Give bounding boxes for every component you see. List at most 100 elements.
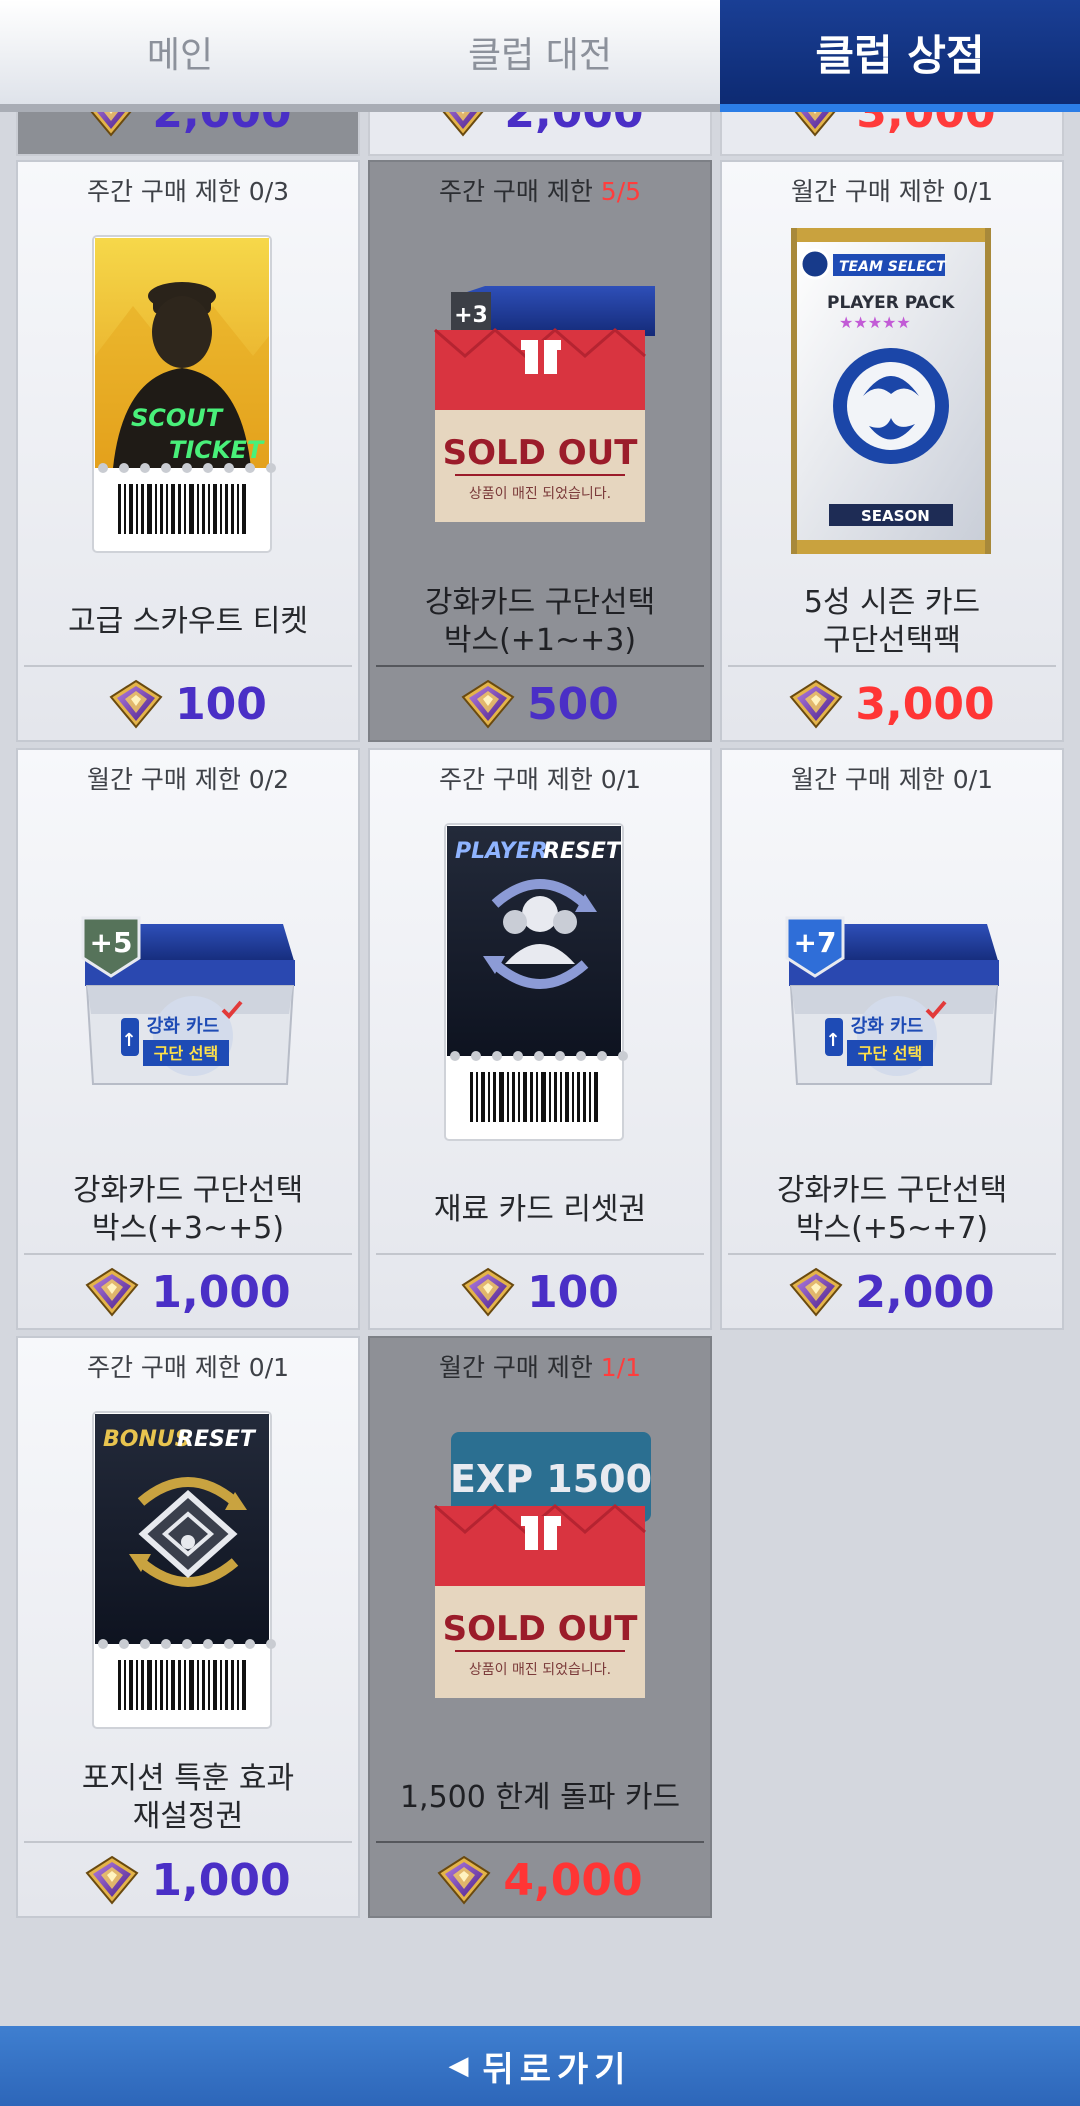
shop-item-card[interactable]: 월간 구매 제한 1/1 EXP 1500 SOLD OUT 상품이 매진 되었…	[368, 1336, 712, 1918]
back-label: 뒤로가기	[482, 2049, 632, 2090]
svg-text:구단 선택: 구단 선택	[154, 1044, 218, 1063]
svg-text:강화 카드: 강화 카드	[851, 1016, 924, 1037]
price-value: 1,000	[151, 1266, 291, 1318]
divider	[728, 665, 1056, 667]
svg-text:강화 카드: 강화 카드	[147, 1016, 220, 1037]
peek-card[interactable]: 2,000	[16, 112, 360, 156]
gem-icon	[788, 112, 842, 137]
shop-item-card[interactable]: 월간 구매 제한 0/1 ↑ 강화 카드 구단 선택 +7 강화카드 구단선택 …	[720, 748, 1064, 1330]
divider	[376, 1253, 704, 1255]
item-name-line: 박스(+1~+3)	[443, 623, 637, 658]
gem-icon	[84, 112, 138, 137]
svg-text:↑: ↑	[825, 1030, 840, 1051]
limit-count: 0/1	[600, 765, 642, 794]
chevron-left-icon: ◀	[448, 2051, 469, 2081]
divider	[24, 1253, 352, 1255]
item-name-line: 재료 카드 리셋권	[433, 1192, 647, 1227]
item-name: 포지션 특훈 효과 재설정권	[28, 1756, 348, 1840]
previous-row-peek: 2,000 2,000 3,000	[16, 112, 1064, 160]
svg-text:SOLD OUT: SOLD OUT	[443, 1609, 639, 1649]
price-button[interactable]: 3,000	[722, 672, 1062, 736]
divider	[376, 665, 704, 667]
gem-icon	[85, 1855, 139, 1905]
price-value: 100	[527, 1266, 619, 1318]
svg-text:SCOUT: SCOUT	[131, 404, 224, 432]
shop-item-card[interactable]: 월간 구매 제한 0/2 ↑ 강화 카드 구단 선택 +5 강화카드 구단선택 …	[16, 748, 360, 1330]
item-name: 재료 카드 리셋권	[380, 1168, 700, 1252]
gem-icon	[437, 1855, 491, 1905]
limit-count: 0/2	[248, 765, 290, 794]
svg-text:SEASON: SEASON	[861, 507, 930, 525]
item-name-line: 박스(+5~+7)	[795, 1211, 989, 1246]
item-name-line: 강화카드 구단선택	[72, 1173, 304, 1208]
svg-text:구단 선택: 구단 선택	[858, 1044, 922, 1063]
limit-label: 주간 구매 제한	[86, 1353, 249, 1382]
tab-main[interactable]: 메인	[0, 0, 360, 112]
price-button[interactable]: 1,000	[18, 1848, 358, 1912]
price-button[interactable]: 1,000	[18, 1260, 358, 1324]
limit-count: 0/3	[248, 177, 290, 206]
price-value: 3,000	[855, 678, 995, 730]
svg-text:RESET: RESET	[543, 839, 623, 864]
gem-icon	[85, 1267, 139, 1317]
tab-bar: 메인 클럽 대전 클럽 상점	[0, 0, 1080, 112]
item-name: 강화카드 구단선택 박스(+3~+5)	[28, 1168, 348, 1252]
gem-icon	[461, 1267, 515, 1317]
limit-label: 월간 구매 제한	[86, 765, 249, 794]
price-value: 500	[527, 678, 619, 730]
price-button[interactable]: 100	[18, 672, 358, 736]
enhance-box-icon: ↑ 강화 카드 구단 선택 +7	[785, 916, 999, 1085]
limit-count: 1/1	[600, 1353, 642, 1382]
tab-club-shop[interactable]: 클럽 상점	[720, 0, 1080, 112]
peek-price: 2,000	[504, 112, 644, 138]
player-pack-icon: TEAM SELECT PLAYER PACK ★★★★★ SEASON	[791, 228, 991, 554]
shop-item-card[interactable]: 주간 구매 제한 0/1 PLAYER RESET 재료 카드 리셋권 100	[368, 748, 712, 1330]
limit-count: 0/1	[248, 1353, 290, 1382]
purchase-limit: 월간 구매 제한 1/1	[370, 1348, 710, 1384]
scout-ticket-icon: SCOUT TICKET	[92, 235, 276, 553]
svg-text:+7: +7	[794, 926, 837, 959]
svg-text:★★★★★: ★★★★★	[839, 313, 911, 332]
shop-item-card[interactable]: 주간 구매 제한 5/5 +3 SOLD OUT 상품이 매진 되었습니다. 강…	[368, 160, 712, 742]
shop-item-card[interactable]: 월간 구매 제한 0/1 TEAM SELECT PLAYER PACK ★★★…	[720, 160, 1064, 742]
gem-icon	[436, 112, 490, 137]
svg-text:SOLD OUT: SOLD OUT	[443, 433, 639, 473]
svg-text:PLAYER PACK: PLAYER PACK	[827, 293, 955, 313]
price-button[interactable]: 500	[370, 672, 710, 736]
price-button[interactable]: 4,000	[370, 1848, 710, 1912]
price-button[interactable]: 2,000	[722, 1260, 1062, 1324]
purchase-limit: 주간 구매 제한 0/1	[18, 1348, 358, 1384]
player-reset-ticket-icon: PLAYER RESET	[444, 823, 628, 1141]
peek-card[interactable]: 3,000	[720, 112, 1064, 156]
tab-club-battle[interactable]: 클럽 대전	[360, 0, 720, 112]
divider	[376, 1841, 704, 1843]
back-button[interactable]: ◀ 뒤로가기	[0, 2026, 1080, 2106]
item-name-line: 5성 시즌 카드	[803, 585, 981, 620]
svg-text:RESET: RESET	[177, 1427, 257, 1452]
gem-icon	[461, 679, 515, 729]
price-value: 2,000	[855, 1266, 995, 1318]
item-name-line: 포지션 특훈 효과	[81, 1761, 295, 1796]
shop-item-card[interactable]: 주간 구매 제한 0/3 SCOUT TICKET 고급 스카우트 티켓 100	[16, 160, 360, 742]
item-name-line: 강화카드 구단선택	[776, 1173, 1008, 1208]
svg-text:EXP 1500: EXP 1500	[450, 1457, 652, 1501]
shop-item-card[interactable]: 주간 구매 제한 0/1 BONUS RESET 포지션 특훈 효과 재설정권	[16, 1336, 360, 1918]
item-name-line: 재설정권	[132, 1799, 244, 1834]
purchase-limit: 월간 구매 제한 0/1	[722, 172, 1062, 208]
gem-icon	[789, 679, 843, 729]
price-button[interactable]: 100	[370, 1260, 710, 1324]
divider	[728, 1253, 1056, 1255]
item-name-line: 강화카드 구단선택	[424, 585, 656, 620]
item-name: 1,500 한계 돌파 카드	[380, 1756, 700, 1840]
peek-price: 2,000	[152, 112, 292, 138]
svg-text:↑: ↑	[121, 1030, 136, 1051]
svg-text:TICKET: TICKET	[169, 436, 265, 464]
limit-label: 월간 구매 제한	[790, 765, 953, 794]
divider	[24, 665, 352, 667]
price-value: 100	[175, 678, 267, 730]
svg-text:+3: +3	[454, 303, 488, 328]
bonus-reset-ticket-icon: BONUS RESET	[92, 1411, 276, 1729]
divider	[24, 1841, 352, 1843]
peek-card[interactable]: 2,000	[368, 112, 712, 156]
purchase-limit: 월간 구매 제한 0/2	[18, 760, 358, 796]
